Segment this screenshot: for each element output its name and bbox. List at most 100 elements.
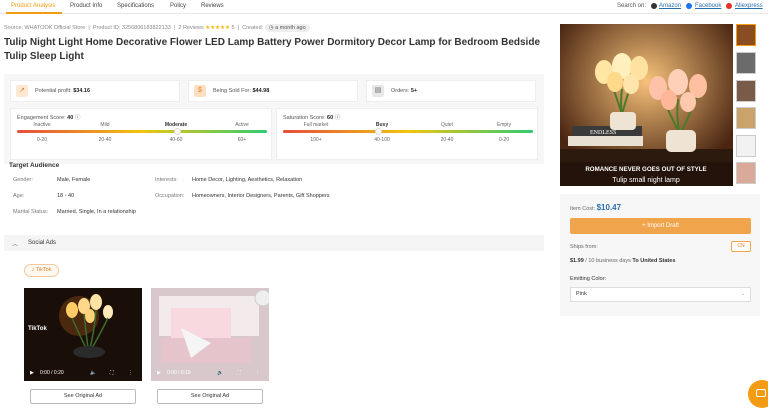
ad-video-1[interactable]: TikTok ▶ 0:00 / 0:20 🔈 ⛶ ⋮ — [24, 288, 142, 381]
interests-key: Interests: — [155, 177, 178, 183]
source-store: Source: WHATOOK Official Store — [4, 25, 86, 31]
chevron-down-icon: ⌄ — [740, 291, 745, 297]
thumbnail[interactable] — [736, 24, 756, 46]
fullscreen-icon[interactable]: ⛶ — [237, 370, 241, 376]
info-icon[interactable]: ⓘ — [335, 115, 341, 121]
target-audience-heading: Target Audience — [9, 162, 60, 169]
product-title: Tulip Night Light Home Decorative Flower… — [4, 37, 541, 62]
saturation-range: 40-100 — [374, 137, 390, 143]
thumbnail[interactable] — [736, 135, 756, 157]
tulip-lamp-illustration: ENDLESS ROMANCE NEVER GOES OUT OF STYLE — [560, 24, 733, 186]
video-2-time: 0:00 / 0:19 — [167, 370, 191, 376]
more-options-icon[interactable]: ⋮ — [255, 370, 260, 376]
shipping-info: $1.99 / 10 business days To United State… — [570, 258, 675, 264]
chat-icon — [756, 389, 766, 397]
tab-policy[interactable]: Policy — [170, 3, 186, 9]
saturation-bar — [283, 130, 533, 133]
saturation-label: Full market — [303, 122, 329, 128]
active-tab-indicator — [6, 12, 62, 14]
thumbnail[interactable] — [736, 80, 756, 102]
marital-row: Marital Status: Married, Single, In a re… — [13, 209, 136, 215]
being-sold-card: $ Being Sold For: $44.98 — [188, 80, 358, 102]
saturation-label: Quiet — [441, 122, 453, 128]
see-original-ad-button[interactable]: See Original Ad — [157, 389, 263, 404]
import-draft-label: Import Draft — [647, 223, 679, 229]
item-cost-value: $10.47 — [596, 203, 622, 212]
created-label: Created: — [242, 25, 264, 31]
ad-video-2[interactable]: ▶ 0:00 / 0:19 🔈 ⛶ ⋮ — [151, 288, 269, 381]
saturation-range: 100+ — [310, 137, 322, 143]
age-row: Age: 18 - 40 — [13, 193, 74, 199]
volume-icon[interactable]: 🔈 — [90, 370, 96, 376]
plus-icon: + — [642, 223, 646, 229]
engagement-bar — [17, 130, 267, 133]
engagement-title: Engagement Score: — [17, 115, 66, 121]
product-hero-image: ENDLESS ROMANCE NEVER GOES OUT OF STYLE — [560, 24, 733, 186]
video-1-time: 0:00 / 0:20 — [40, 370, 64, 376]
tiktok-watermark: TikTok — [28, 326, 47, 332]
engagement-label: Mild — [100, 122, 110, 128]
tiktok-chip-label: TikTok — [35, 267, 52, 273]
info-icon[interactable]: ⓘ — [75, 115, 81, 121]
hero-caption-2: Tulip small night lamp — [612, 177, 680, 184]
being-sold-value: $44.98 — [252, 88, 270, 94]
amazon-icon — [651, 3, 657, 9]
rating-value: 5 — [231, 25, 235, 31]
saturation-range: 20-40 — [440, 137, 454, 143]
see-original-ad-button[interactable]: See Original Ad — [30, 389, 136, 404]
engagement-range: 20-40 — [98, 137, 112, 143]
ships-from-cn-button[interactable]: CN — [731, 241, 751, 252]
age-value: 18 - 40 — [57, 193, 75, 199]
ship-days: / 10 business days — [585, 258, 631, 264]
orders-card: ▤ Orders: 5+ — [366, 80, 536, 102]
import-draft-button[interactable]: + Import Draft — [570, 218, 751, 234]
engagement-score: 40 — [67, 115, 74, 121]
tab-product-analysis[interactable]: Product Analysis — [11, 3, 55, 9]
created-badge: ◷ a month ago — [264, 24, 310, 32]
social-ads-label: Social Ads — [28, 240, 57, 246]
engagement-range: 60+ — [237, 137, 247, 143]
product-id: Product ID: 3256806183822133 — [92, 25, 171, 31]
orders-icon: ▤ — [372, 85, 384, 97]
potential-profit-card: ↗ Potential profit: $34.16 — [10, 80, 180, 102]
volume-icon[interactable]: 🔈 — [217, 370, 223, 376]
chevron-up-icon[interactable]: ︿ — [12, 239, 18, 248]
tiktok-chip[interactable]: ♪ TikTok — [24, 264, 59, 277]
created-value: a month ago — [275, 25, 306, 31]
thumbnail[interactable] — [736, 52, 756, 74]
saturation-score-card: Saturation Score: 60 ⓘ Full market Busy … — [276, 108, 538, 160]
gender-key: Gender: — [13, 177, 33, 183]
emitting-color-value: Pink — [576, 291, 587, 297]
social-ads-header[interactable]: ︿ Social Ads — [4, 235, 544, 251]
thumbnail[interactable] — [736, 107, 756, 129]
page-root: Product Analysis Product Info Specificat… — [0, 0, 768, 408]
review-count: 2 Reviews — [178, 25, 204, 31]
tab-reviews[interactable]: Reviews — [201, 3, 224, 9]
occupation-row: Occupation: Homeowners, Interior Designe… — [155, 193, 330, 199]
engagement-range: 0-20 — [36, 137, 47, 143]
engagement-range: 40-60 — [169, 137, 183, 143]
more-options-icon[interactable]: ⋮ — [128, 370, 133, 376]
play-icon[interactable]: ▶ — [30, 370, 34, 376]
gender-row: Gender: Male, Female — [13, 177, 90, 183]
engagement-label: Active — [235, 122, 249, 128]
play-icon[interactable]: ▶ — [157, 370, 161, 376]
star-rating-icon: ★★★★★ — [205, 25, 230, 31]
tab-product-info[interactable]: Product Info — [70, 3, 102, 9]
facebook-link[interactable]: Facebook — [695, 3, 721, 9]
product-meta: Source: WHATOOK Official Store | Product… — [4, 24, 310, 32]
emitting-color-label: Emitting Color: — [570, 276, 607, 282]
emitting-color-select[interactable]: Pink ⌄ — [570, 287, 751, 302]
interests-row: Interests: Home Decor, Lighting, Aesthet… — [155, 177, 302, 183]
thumbnail[interactable] — [736, 162, 756, 184]
engagement-knob — [173, 128, 181, 135]
engagement-score-card: Engagement Score: 40 ⓘ Inactive Mild Mod… — [10, 108, 272, 160]
tab-specifications[interactable]: Specifications — [117, 3, 154, 9]
ships-from-label: Ships from: — [570, 244, 598, 250]
aliexpress-link[interactable]: Aliexpress — [735, 3, 763, 9]
saturation-score: 60 — [327, 115, 334, 121]
amazon-link[interactable]: Amazon — [659, 3, 681, 9]
fullscreen-icon[interactable]: ⛶ — [110, 370, 114, 376]
orders-value: 5+ — [410, 88, 418, 94]
chat-support-button[interactable] — [748, 380, 768, 408]
